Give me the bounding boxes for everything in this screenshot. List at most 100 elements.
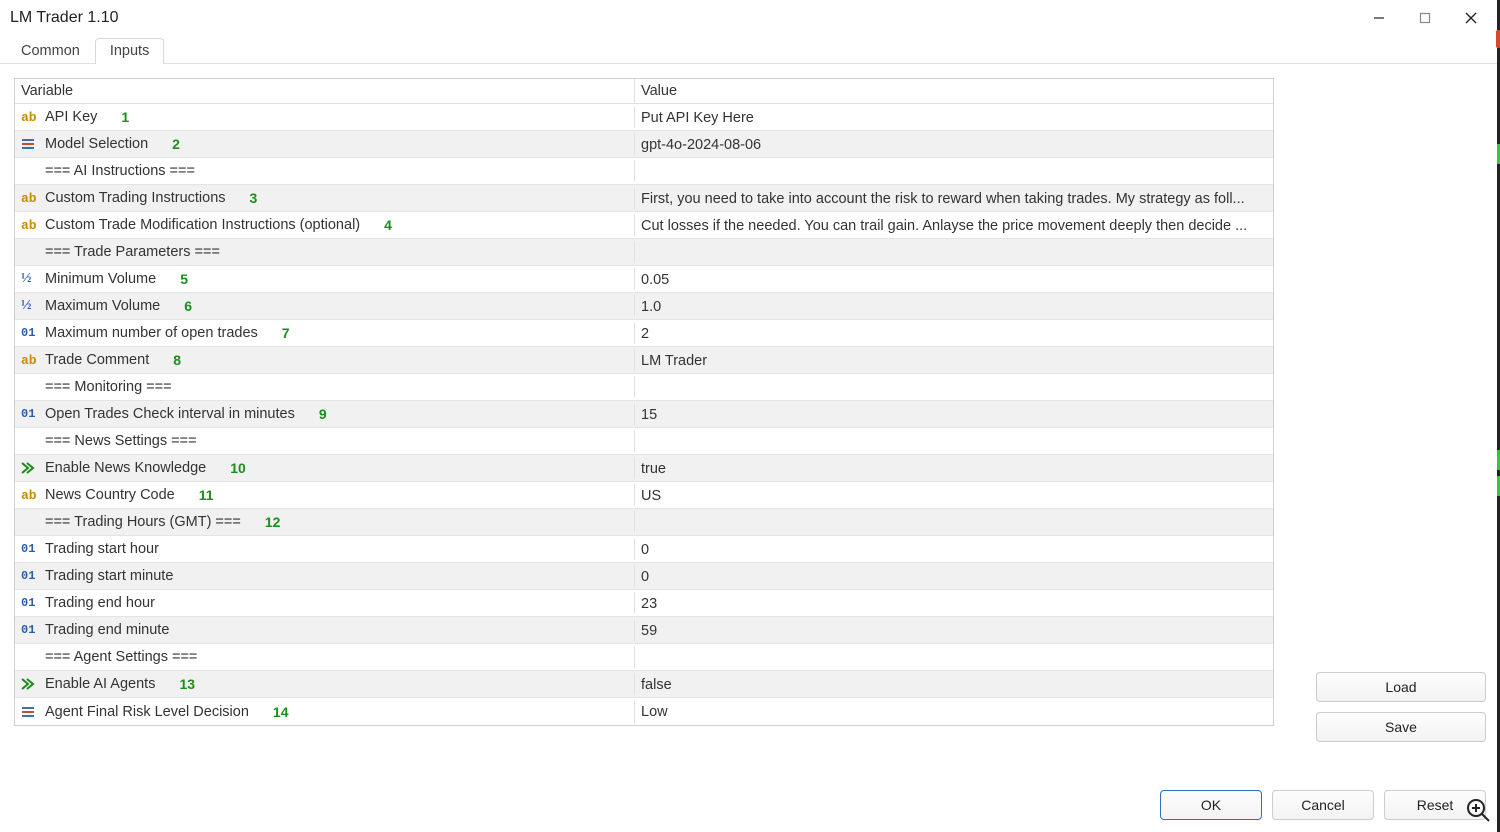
- double-type-icon: ½: [21, 271, 39, 287]
- variable-cell: === Trading Hours (GMT) ===12: [15, 511, 635, 533]
- annotation-number: 9: [319, 406, 327, 422]
- value-cell[interactable]: true: [635, 457, 1273, 480]
- table-row[interactable]: === News Settings ===: [15, 428, 1273, 455]
- variable-cell: 01Trading end minute: [15, 619, 635, 641]
- table-row[interactable]: 01Trading start hour0: [15, 536, 1273, 563]
- table-row[interactable]: === Monitoring ===: [15, 374, 1273, 401]
- table-row[interactable]: === Trading Hours (GMT) ===12: [15, 509, 1273, 536]
- bool-type-icon: [21, 460, 39, 476]
- value-cell[interactable]: 15: [635, 403, 1273, 426]
- string-type-icon: ab: [21, 352, 39, 368]
- load-button[interactable]: Load: [1316, 672, 1486, 702]
- value-cell[interactable]: 0: [635, 538, 1273, 561]
- annotation-number: 6: [184, 298, 192, 314]
- window-title: LM Trader 1.10: [10, 9, 119, 27]
- table-row[interactable]: Enable AI Agents13false: [15, 671, 1273, 698]
- table-row[interactable]: abNews Country Code11US: [15, 482, 1273, 509]
- variable-cell: 01Trading start minute: [15, 565, 635, 587]
- value-cell[interactable]: 59: [635, 619, 1273, 642]
- content-area: Variable Value abAPI Key1Put API Key Her…: [0, 64, 1500, 740]
- value-cell[interactable]: US: [635, 484, 1273, 507]
- annotation-number: 14: [273, 704, 289, 720]
- table-row[interactable]: 01Trading end minute59: [15, 617, 1273, 644]
- tab-inputs[interactable]: Inputs: [95, 38, 165, 64]
- table-row[interactable]: ½Maximum Volume61.0: [15, 293, 1273, 320]
- table-header: Variable Value: [15, 79, 1273, 104]
- table-row[interactable]: abCustom Trading Instructions3First, you…: [15, 185, 1273, 212]
- value-cell[interactable]: [635, 654, 1273, 661]
- value-cell[interactable]: Cut losses if the needed. You can trail …: [635, 214, 1273, 237]
- table-row[interactable]: Agent Final Risk Level Decision 14 Low: [15, 698, 1273, 725]
- table-row[interactable]: Enable News Knowledge10true: [15, 455, 1273, 482]
- ok-button[interactable]: OK: [1160, 790, 1262, 820]
- variable-cell: === News Settings ===: [15, 430, 635, 452]
- value-cell[interactable]: gpt-4o-2024-08-06: [635, 133, 1273, 156]
- value-cell[interactable]: [635, 384, 1273, 391]
- table-row[interactable]: === Trade Parameters ===: [15, 239, 1273, 266]
- table-row[interactable]: 01Trading end hour23: [15, 590, 1273, 617]
- int-type-icon: 01: [21, 541, 39, 557]
- maximize-button[interactable]: [1402, 0, 1448, 36]
- variable-cell: Enable News Knowledge10: [15, 457, 635, 479]
- table-row[interactable]: === Agent Settings ===: [15, 644, 1273, 671]
- value-cell[interactable]: [635, 249, 1273, 256]
- int-type-icon: 01: [21, 325, 39, 341]
- variable-label: === News Settings ===: [45, 433, 197, 449]
- value-cell[interactable]: First, you need to take into account the…: [635, 187, 1273, 210]
- variable-label: Trade Comment: [45, 352, 149, 368]
- annotation-number: 7: [282, 325, 290, 341]
- variable-label: Trading end minute: [45, 622, 169, 638]
- variable-label: Enable News Knowledge: [45, 460, 206, 476]
- variable-cell: 01 Maximum number of open trades 7: [15, 322, 635, 344]
- tab-strip: Common Inputs: [0, 36, 1500, 64]
- variable-label: Model Selection: [45, 136, 148, 152]
- string-type-icon: ab: [21, 190, 39, 206]
- variable-cell: Model Selection2: [15, 133, 635, 155]
- table-row[interactable]: abCustom Trade Modification Instructions…: [15, 212, 1273, 239]
- int-type-icon: 01: [21, 406, 39, 422]
- variable-cell: abCustom Trade Modification Instructions…: [15, 214, 635, 236]
- variable-label: === Agent Settings ===: [45, 649, 197, 665]
- enum-type-icon: [21, 704, 39, 720]
- close-button[interactable]: [1448, 0, 1494, 36]
- table-row[interactable]: 01Open Trades Check interval in minutes9…: [15, 401, 1273, 428]
- value-cell[interactable]: Put API Key Here: [635, 106, 1273, 129]
- zoom-icon[interactable]: [1460, 792, 1496, 828]
- value-cell[interactable]: 0.05: [635, 268, 1273, 291]
- table-row[interactable]: ½Minimum Volume50.05: [15, 266, 1273, 293]
- table-row[interactable]: abAPI Key1Put API Key Here: [15, 104, 1273, 131]
- variable-label: Agent Final Risk Level Decision: [45, 704, 249, 720]
- cancel-button[interactable]: Cancel: [1272, 790, 1374, 820]
- table-row[interactable]: === AI Instructions ===: [15, 158, 1273, 185]
- variable-label: === AI Instructions ===: [45, 163, 195, 179]
- value-cell[interactable]: LM Trader: [635, 349, 1273, 372]
- annotation-number: 5: [180, 271, 188, 287]
- window-controls: [1356, 0, 1494, 36]
- minimize-icon: [1372, 11, 1386, 25]
- value-cell[interactable]: [635, 519, 1273, 526]
- minimize-button[interactable]: [1356, 0, 1402, 36]
- table-row[interactable]: 01Trading start minute0: [15, 563, 1273, 590]
- save-button[interactable]: Save: [1316, 712, 1486, 742]
- value-cell[interactable]: [635, 438, 1273, 445]
- variable-cell: 01Trading end hour: [15, 592, 635, 614]
- value-cell[interactable]: 0: [635, 565, 1273, 588]
- value-cell[interactable]: false: [635, 673, 1273, 696]
- variable-cell: abAPI Key1: [15, 106, 635, 128]
- variable-cell: abTrade Comment8: [15, 349, 635, 371]
- value-cell[interactable]: 2: [635, 322, 1273, 345]
- table-row[interactable]: Model Selection2gpt-4o-2024-08-06: [15, 131, 1273, 158]
- annotation-number: 4: [384, 217, 392, 233]
- header-value[interactable]: Value: [635, 79, 1273, 103]
- tab-common[interactable]: Common: [6, 38, 95, 64]
- value-cell[interactable]: 23: [635, 592, 1273, 615]
- side-button-group: Load Save: [1316, 672, 1486, 742]
- value-cell[interactable]: 1.0: [635, 295, 1273, 318]
- variable-label: Maximum number of open trades: [45, 325, 258, 341]
- variable-label: === Trade Parameters ===: [45, 244, 220, 260]
- header-variable[interactable]: Variable: [15, 79, 635, 103]
- table-row[interactable]: abTrade Comment8LM Trader: [15, 347, 1273, 374]
- value-cell[interactable]: Low: [635, 700, 1273, 723]
- table-row[interactable]: 01 Maximum number of open trades 7 2: [15, 320, 1273, 347]
- value-cell[interactable]: [635, 168, 1273, 175]
